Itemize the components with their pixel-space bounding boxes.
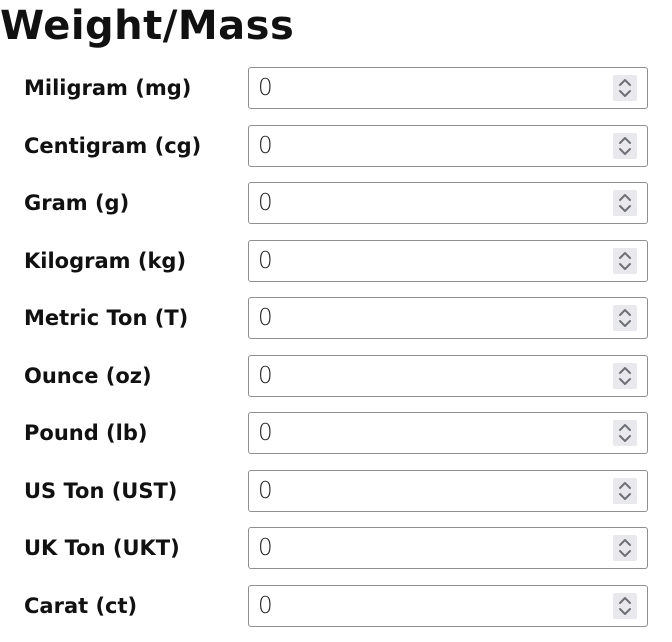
unit-row-centigram: Centigram (cg) 0 <box>0 125 672 183</box>
chevron-up-down-icon[interactable] <box>613 478 637 504</box>
unit-label-carat: Carat (ct) <box>24 585 137 627</box>
chevron-up-down-icon[interactable] <box>613 190 637 216</box>
unit-label-metric-ton: Metric Ton (T) <box>24 297 188 339</box>
unit-label-kilogram: Kilogram (kg) <box>24 240 186 282</box>
unit-label-centigram: Centigram (cg) <box>24 125 201 167</box>
chevron-up-down-icon[interactable] <box>613 248 637 274</box>
unit-row-us-ton: US Ton (UST) 0 <box>0 470 672 528</box>
chevron-up-down-icon[interactable] <box>613 593 637 619</box>
unit-row-metric-ton: Metric Ton (T) 0 <box>0 297 672 355</box>
unit-row-pound: Pound (lb) 0 <box>0 412 672 470</box>
chevron-up-down-icon[interactable] <box>613 535 637 561</box>
gram-input[interactable]: 0 <box>248 182 648 224</box>
unit-label-pound: Pound (lb) <box>24 412 148 454</box>
unit-label-miligram: Miligram (mg) <box>24 67 191 109</box>
metric-ton-value: 0 <box>258 298 273 338</box>
kilogram-value: 0 <box>258 241 273 281</box>
pound-value: 0 <box>258 413 273 453</box>
carat-value: 0 <box>258 586 273 626</box>
page-title: Weight/Mass <box>0 2 294 50</box>
chevron-up-down-icon[interactable] <box>613 363 637 389</box>
unit-list: Miligram (mg) 0 Centigram (cg) 0 Gram (g… <box>0 67 672 642</box>
metric-ton-input[interactable]: 0 <box>248 297 648 339</box>
unit-row-carat: Carat (ct) 0 <box>0 585 672 642</box>
unit-row-uk-ton: UK Ton (UKT) 0 <box>0 527 672 585</box>
unit-row-gram: Gram (g) 0 <box>0 182 672 240</box>
unit-row-kilogram: Kilogram (kg) 0 <box>0 240 672 298</box>
chevron-up-down-icon[interactable] <box>613 420 637 446</box>
kilogram-input[interactable]: 0 <box>248 240 648 282</box>
miligram-input[interactable]: 0 <box>248 67 648 109</box>
gram-value: 0 <box>258 183 273 223</box>
us-ton-value: 0 <box>258 471 273 511</box>
unit-label-uk-ton: UK Ton (UKT) <box>24 527 180 569</box>
centigram-input[interactable]: 0 <box>248 125 648 167</box>
miligram-value: 0 <box>258 68 273 108</box>
carat-input[interactable]: 0 <box>248 585 648 627</box>
unit-label-us-ton: US Ton (UST) <box>24 470 177 512</box>
unit-row-ounce: Ounce (oz) 0 <box>0 355 672 413</box>
pound-input[interactable]: 0 <box>248 412 648 454</box>
chevron-up-down-icon[interactable] <box>613 133 637 159</box>
uk-ton-value: 0 <box>258 528 273 568</box>
unit-label-ounce: Ounce (oz) <box>24 355 152 397</box>
unit-label-gram: Gram (g) <box>24 182 129 224</box>
chevron-up-down-icon[interactable] <box>613 75 637 101</box>
ounce-input[interactable]: 0 <box>248 355 648 397</box>
centigram-value: 0 <box>258 126 273 166</box>
uk-ton-input[interactable]: 0 <box>248 527 648 569</box>
chevron-up-down-icon[interactable] <box>613 305 637 331</box>
ounce-value: 0 <box>258 356 273 396</box>
us-ton-input[interactable]: 0 <box>248 470 648 512</box>
unit-row-miligram: Miligram (mg) 0 <box>0 67 672 125</box>
